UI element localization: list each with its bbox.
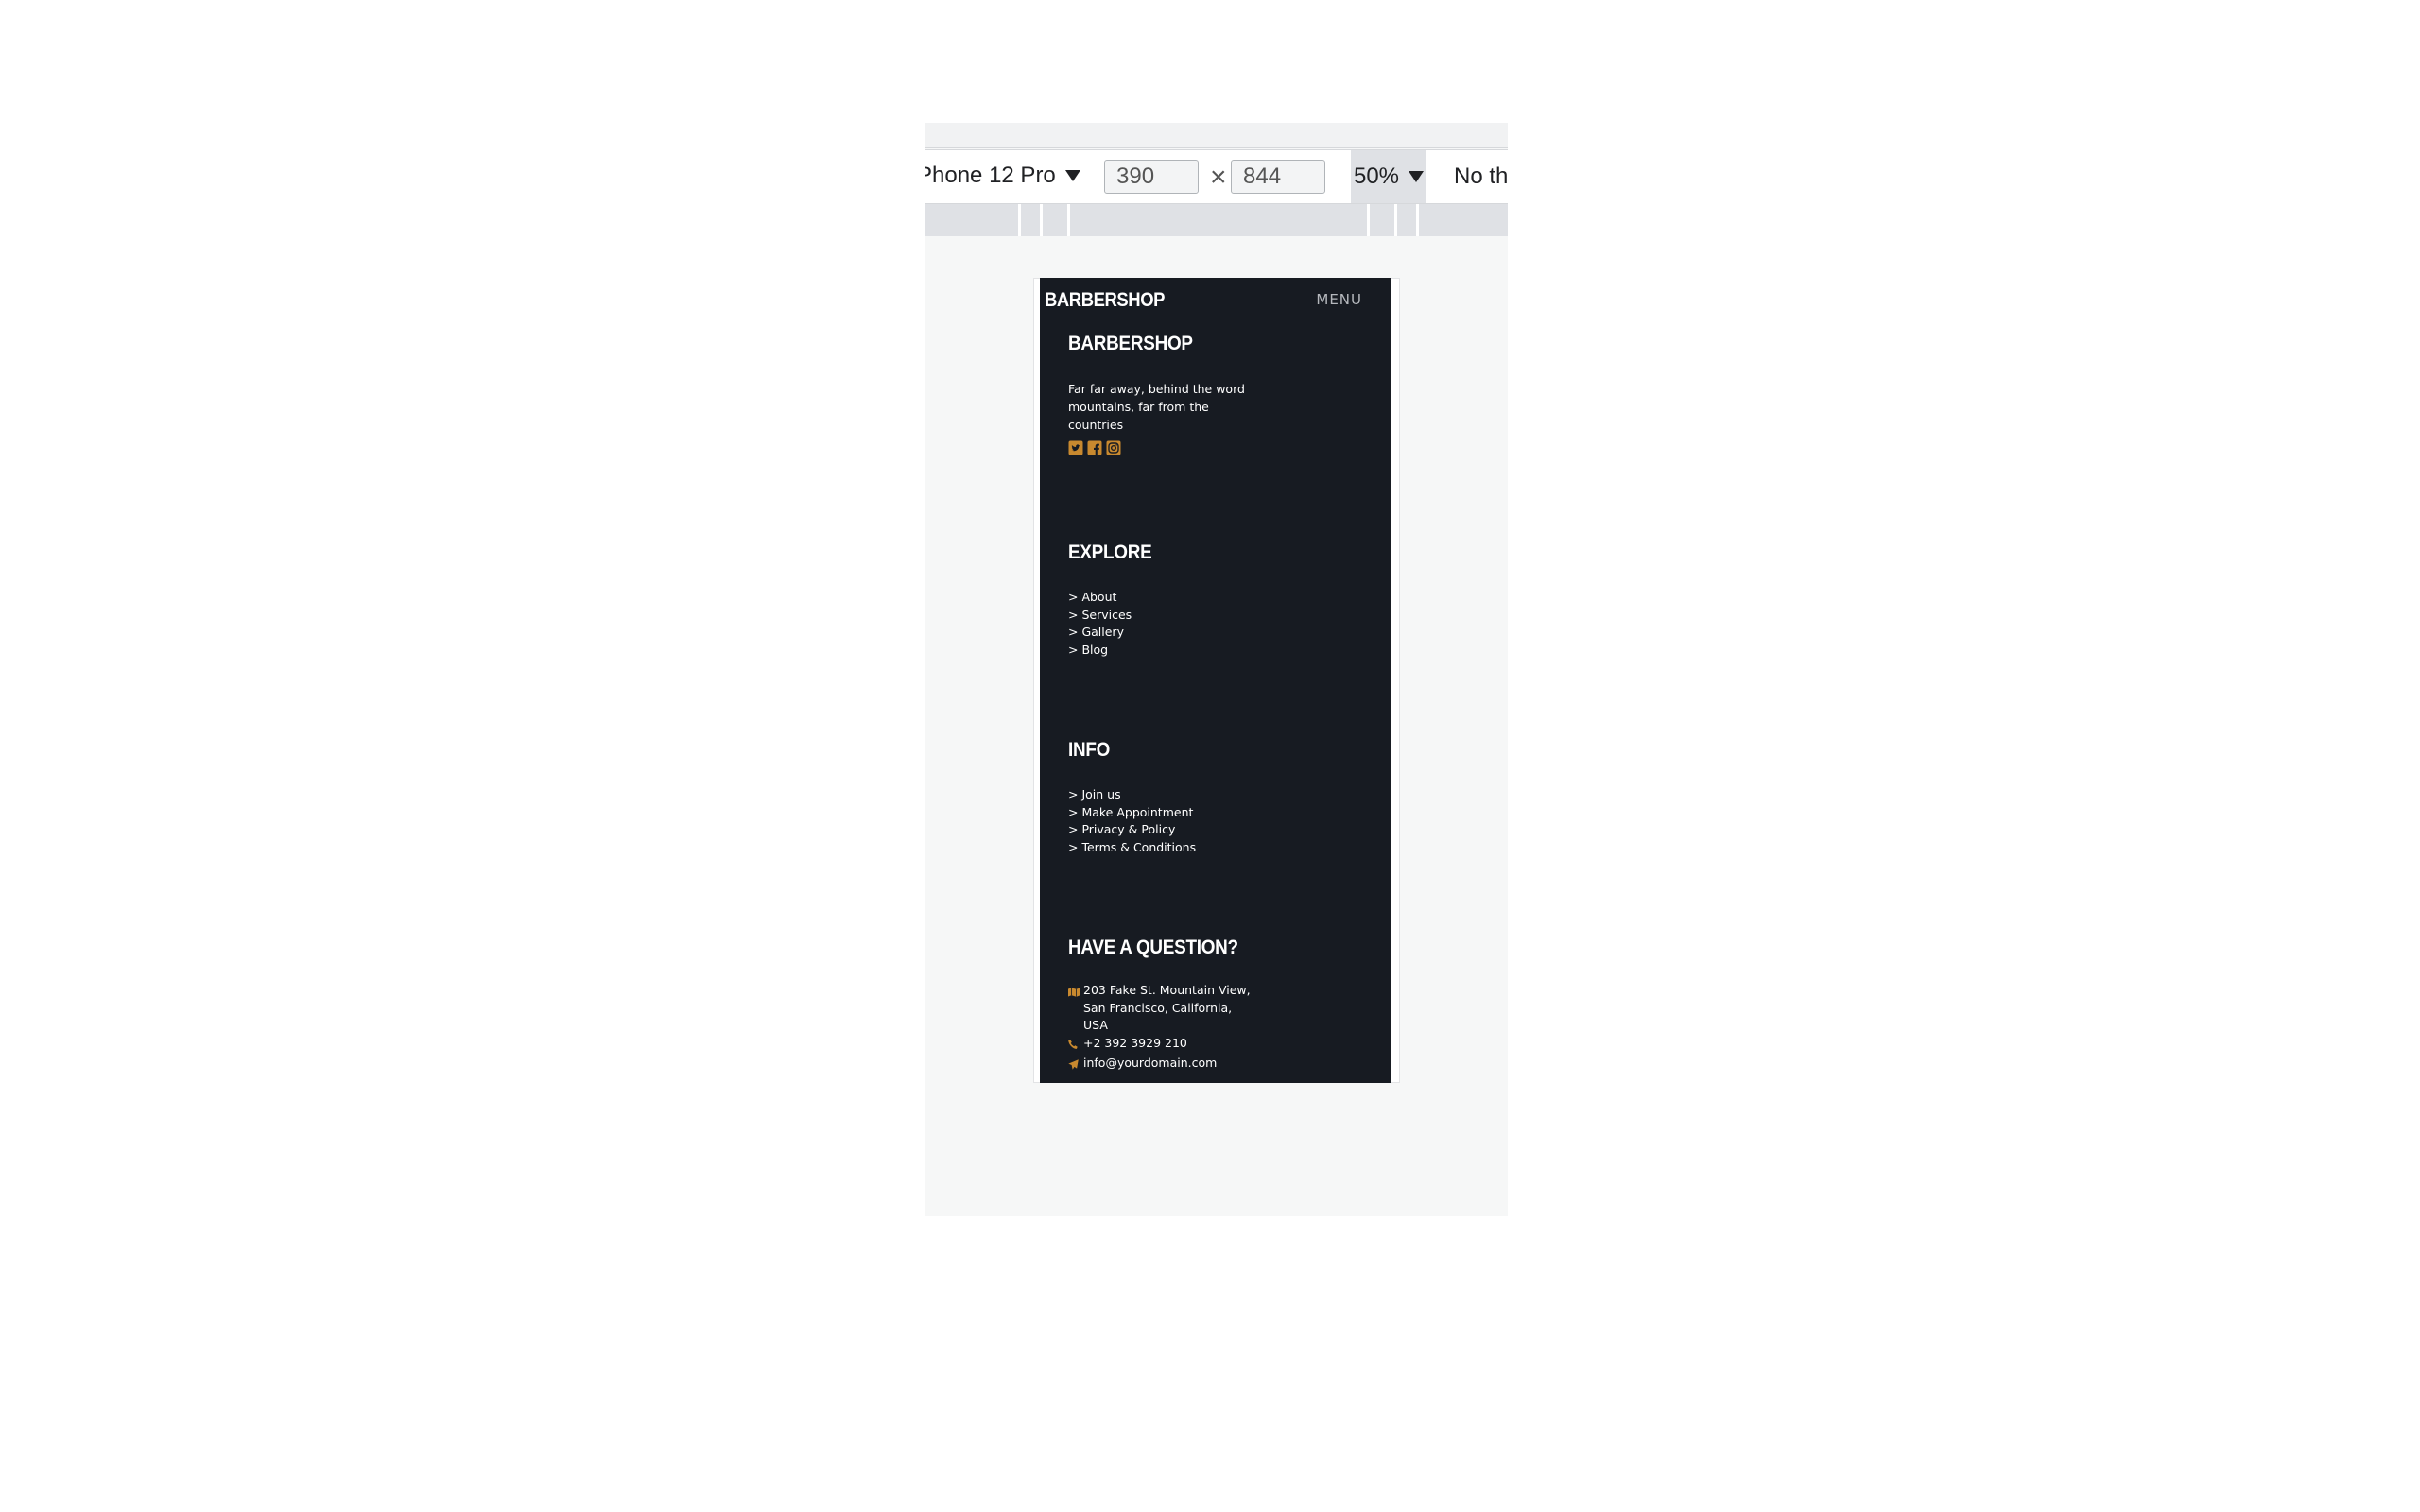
paper-plane-icon (1068, 1055, 1080, 1075)
contact-details: 203 Fake St. Mountain View, San Francisc… (1068, 982, 1257, 1075)
throttling-select[interactable]: No th (1454, 150, 1508, 203)
media-query-marker[interactable] (1018, 204, 1021, 236)
chevron-down-icon (1409, 171, 1425, 182)
info-link-join-us[interactable]: > Join us (1068, 786, 1196, 804)
menu-button[interactable]: MENU (1316, 291, 1362, 308)
device-select[interactable]: Phone 12 Pro (925, 160, 1080, 192)
info-links: > Join us > Make Appointment > Privacy &… (1068, 786, 1196, 856)
phone-icon (1068, 1035, 1080, 1056)
chevron-down-icon (1064, 170, 1080, 181)
info-link-privacy-policy[interactable]: > Privacy & Policy (1068, 821, 1196, 839)
social-links (1068, 440, 1121, 455)
footer-info-title: INFO (1068, 739, 1111, 761)
throttling-label: No th (1454, 163, 1508, 189)
info-link-terms-conditions[interactable]: > Terms & Conditions (1068, 839, 1196, 857)
media-query-marker[interactable] (1067, 204, 1070, 236)
footer-explore-title: EXPLORE (1068, 541, 1152, 563)
zoom-select[interactable]: 50% (1351, 150, 1426, 203)
contact-address: 203 Fake St. Mountain View, San Francisc… (1068, 982, 1257, 1035)
footer-about-title: BARBERSHOP (1068, 333, 1193, 354)
footer-question-title: HAVE A QUESTION? (1068, 936, 1238, 958)
map-icon (1068, 982, 1080, 1003)
zoom-value: 50% (1353, 163, 1400, 189)
contact-address-text: 203 Fake St. Mountain View, San Francisc… (1083, 983, 1251, 1032)
contact-phone[interactable]: +2 392 3929 210 (1068, 1035, 1257, 1056)
device-toolbar: Phone 12 Pro 390 × 844 50% No th (925, 149, 1508, 204)
contact-phone-text: +2 392 3929 210 (1083, 1035, 1187, 1050)
explore-link-blog[interactable]: > Blog (1068, 642, 1132, 660)
facebook-icon[interactable] (1087, 440, 1102, 455)
twitter-icon[interactable] (1068, 440, 1083, 455)
devtools-top-strip (925, 123, 1508, 148)
devtools-device-emulator: Phone 12 Pro 390 × 844 50% No th BARBERS… (925, 123, 1508, 1216)
footer-about-description: Far far away, behind the word mountains,… (1068, 382, 1245, 432)
media-query-marker[interactable] (1416, 204, 1419, 236)
explore-link-gallery[interactable]: > Gallery (1068, 624, 1132, 642)
brand-logo[interactable]: BARBERSHOP (1045, 289, 1165, 312)
instagram-icon[interactable] (1106, 440, 1121, 455)
media-query-marker[interactable] (1040, 204, 1043, 236)
mobile-page-footer: BARBERSHOP MENU BARBERSHOP Far far away,… (1040, 278, 1392, 1083)
device-name: Phone 12 Pro (925, 163, 1056, 188)
media-query-marker[interactable] (1367, 204, 1370, 236)
info-link-make-appointment[interactable]: > Make Appointment (1068, 804, 1196, 822)
dimension-separator-icon: × (1210, 162, 1227, 193)
explore-link-about[interactable]: > About (1068, 589, 1132, 607)
media-query-marker[interactable] (1394, 204, 1397, 236)
explore-links: > About > Services > Gallery > Blog (1068, 589, 1132, 659)
width-input[interactable]: 390 (1104, 160, 1199, 194)
explore-link-services[interactable]: > Services (1068, 607, 1132, 625)
media-query-bar (925, 204, 1508, 236)
contact-email-text: info@yourdomain.com (1083, 1056, 1218, 1070)
contact-email[interactable]: info@yourdomain.com (1068, 1055, 1257, 1075)
height-input[interactable]: 844 (1231, 160, 1325, 194)
